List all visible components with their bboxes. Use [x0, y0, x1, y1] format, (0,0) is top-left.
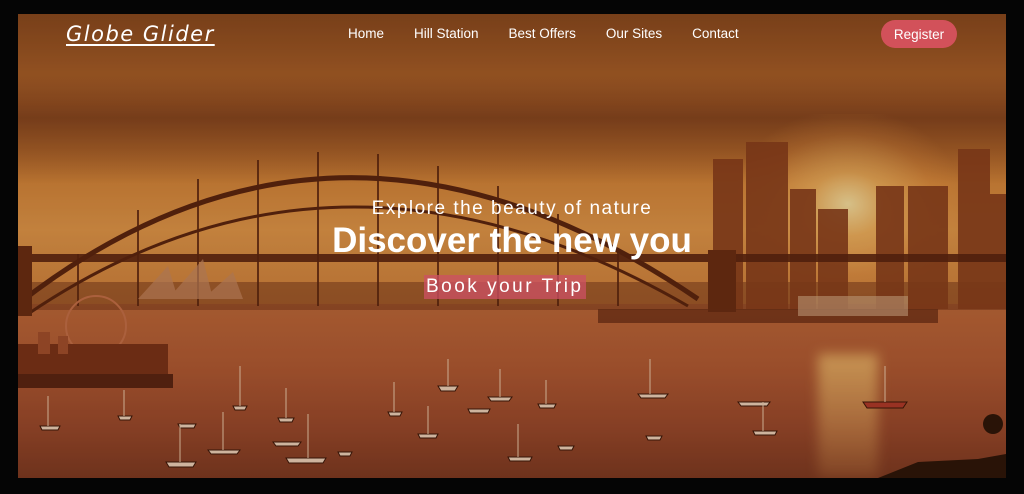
nav-hill-station[interactable]: Hill Station — [414, 26, 479, 41]
nav-our-sites[interactable]: Our Sites — [606, 26, 662, 41]
hero-title: Discover the new you — [332, 221, 692, 260]
nav-best-offers[interactable]: Best Offers — [509, 26, 576, 41]
main-nav: Home Hill Station Best Offers Our Sites … — [348, 26, 739, 41]
hero-subtitle: Explore the beauty of nature — [371, 198, 653, 219]
brand-logo[interactable]: Globe Glider — [66, 22, 215, 46]
register-button[interactable]: Register — [881, 20, 957, 48]
nav-home[interactable]: Home — [348, 26, 384, 41]
book-trip-button[interactable]: Book your Trip — [424, 275, 586, 299]
hero-section: Globe Glider Home Hill Station Best Offe… — [18, 14, 1006, 478]
nav-contact[interactable]: Contact — [692, 26, 739, 41]
